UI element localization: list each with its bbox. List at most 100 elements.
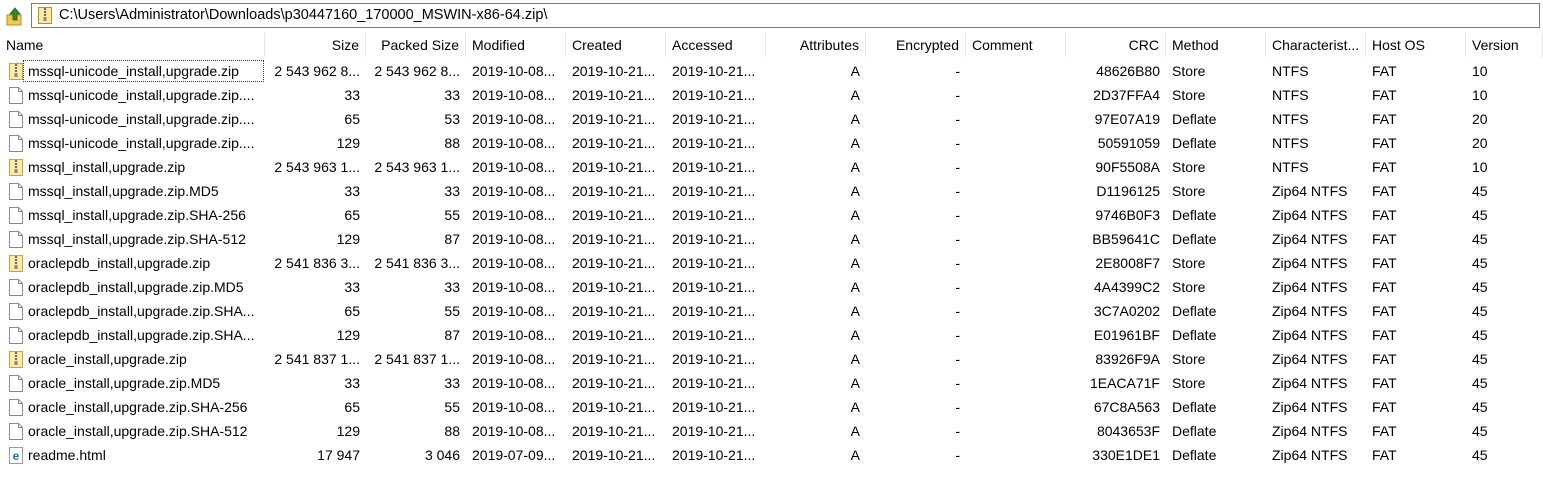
cell-modified: 2019-10-08... [472, 255, 556, 271]
cell-attributes: A [850, 87, 860, 103]
column-header-comment[interactable]: Comment [966, 33, 1066, 57]
file-row[interactable]: mssql_install,upgrade.zip.SHA-512 129 87 20… [0, 227, 1543, 251]
column-header-version[interactable]: Version [1466, 33, 1543, 57]
cell-accessed: 2019-10-21... [672, 63, 756, 79]
file-row[interactable]: mssql_install,upgrade.zip.SHA-256 65 55 201… [0, 203, 1543, 227]
file-row[interactable]: oracle_install,upgrade.zip.MD5 33 33 2019-1… [0, 371, 1543, 395]
column-header-characteristics[interactable]: Characterist... [1266, 33, 1366, 57]
cell-crc: 2D37FFA4 [1093, 87, 1160, 103]
up-folder-button[interactable] [4, 6, 26, 28]
column-header-row: Name Size Packed Size Modified Created Access… [0, 33, 1543, 57]
cell-crc: D1196125 [1096, 183, 1160, 199]
cell-modified: 2019-07-09... [472, 447, 556, 463]
cell-comment [966, 251, 1066, 275]
cell-characteristics: Zip64 NTFS [1272, 423, 1348, 439]
cell-name: mssql-unicode_install,upgrade.zip.... [28, 111, 255, 127]
column-header-method[interactable]: Method [1166, 33, 1266, 57]
cell-accessed: 2019-10-21... [672, 87, 756, 103]
file-icon [9, 87, 23, 104]
cell-encrypted: - [955, 327, 960, 343]
file-row[interactable]: oracle_install,upgrade.zip.SHA-512 129 88 2… [0, 419, 1543, 443]
cell-crc: 90F5508A [1095, 159, 1160, 175]
cell-created: 2019-10-21... [572, 87, 656, 103]
cell-size: 129 [336, 423, 360, 439]
cell-crc: 8043653F [1096, 423, 1160, 439]
cell-size: 2 543 963 1... [274, 159, 360, 175]
cell-accessed: 2019-10-21... [672, 207, 756, 223]
file-row[interactable]: oraclepdb_install,upgrade.zip.SHA... 65 55… [0, 299, 1543, 323]
cell-host-os: FAT [1372, 447, 1397, 463]
file-row[interactable]: mssql_install,upgrade.zip.MD5 33 33 2019-10… [0, 179, 1543, 203]
cell-method: Deflate [1172, 423, 1217, 439]
zip-file-icon [9, 351, 23, 368]
file-row[interactable]: e readme.html 17 947 3 046 2019-07-09... 2019… [0, 443, 1543, 467]
cell-created: 2019-10-21... [572, 423, 656, 439]
cell-accessed: 2019-10-21... [672, 135, 756, 151]
cell-encrypted: - [955, 255, 960, 271]
cell-attributes: A [850, 303, 860, 319]
path-field[interactable]: C:\Users\Administrator\Downloads\p304471… [31, 3, 1540, 28]
cell-version: 45 [1472, 447, 1488, 463]
cell-characteristics: Zip64 NTFS [1272, 303, 1348, 319]
cell-host-os: FAT [1372, 279, 1397, 295]
file-row[interactable]: mssql-unicode_install,upgrade.zip 2 543 9… [0, 59, 1543, 83]
file-row[interactable]: oracle_install,upgrade.zip 2 541 837 1...… [0, 347, 1543, 371]
cell-version: 45 [1472, 351, 1488, 367]
file-icon [9, 399, 23, 416]
cell-version: 45 [1472, 279, 1488, 295]
file-row[interactable]: oraclepdb_install,upgrade.zip 2 541 836 3… [0, 251, 1543, 275]
cell-characteristics: Zip64 NTFS [1272, 183, 1348, 199]
cell-characteristics: NTFS [1272, 135, 1309, 151]
column-header-size[interactable]: Size [265, 33, 366, 57]
column-header-packed-size[interactable]: Packed Size [366, 33, 466, 57]
cell-method: Store [1172, 183, 1206, 199]
column-header-name[interactable]: Name [0, 33, 265, 57]
cell-method: Deflate [1172, 111, 1217, 127]
cell-size: 129 [336, 327, 360, 343]
cell-size: 65 [344, 303, 360, 319]
column-header-accessed[interactable]: Accessed [666, 33, 766, 57]
cell-version: 10 [1472, 63, 1488, 79]
cell-method: Store [1172, 159, 1206, 175]
file-row[interactable]: oraclepdb_install,upgrade.zip.MD5 33 33 201… [0, 275, 1543, 299]
cell-host-os: FAT [1372, 111, 1397, 127]
column-header-attributes[interactable]: Attributes [766, 33, 866, 57]
cell-encrypted: - [955, 375, 960, 391]
file-icon [9, 207, 23, 224]
column-header-host-os[interactable]: Host OS [1366, 33, 1466, 57]
cell-encrypted: - [955, 423, 960, 439]
svg-text:e: e [13, 449, 20, 463]
cell-size: 65 [344, 399, 360, 415]
cell-packed-size: 55 [444, 207, 460, 223]
cell-size: 129 [336, 135, 360, 151]
cell-characteristics: NTFS [1272, 87, 1309, 103]
file-row[interactable]: mssql-unicode_install,upgrade.zip.... 33 3… [0, 83, 1543, 107]
cell-attributes: A [850, 447, 860, 463]
cell-packed-size: 33 [444, 279, 460, 295]
cell-host-os: FAT [1372, 255, 1397, 271]
cell-modified: 2019-10-08... [472, 111, 556, 127]
file-row[interactable]: mssql_install,upgrade.zip 2 543 963 1... 2… [0, 155, 1543, 179]
file-row[interactable]: mssql-unicode_install,upgrade.zip.... 129… [0, 131, 1543, 155]
cell-packed-size: 87 [444, 327, 460, 343]
cell-size: 65 [344, 207, 360, 223]
cell-packed-size: 88 [444, 135, 460, 151]
column-header-encrypted[interactable]: Encrypted [866, 33, 966, 57]
cell-attributes: A [850, 183, 860, 199]
file-row[interactable]: mssql-unicode_install,upgrade.zip.... 65 5… [0, 107, 1543, 131]
cell-host-os: FAT [1372, 63, 1397, 79]
cell-characteristics: Zip64 NTFS [1272, 399, 1348, 415]
cell-name: oraclepdb_install,upgrade.zip [28, 255, 211, 271]
cell-attributes: A [850, 375, 860, 391]
file-row[interactable]: oraclepdb_install,upgrade.zip.SHA... 129 8… [0, 323, 1543, 347]
column-header-created[interactable]: Created [566, 33, 666, 57]
cell-attributes: A [850, 255, 860, 271]
cell-packed-size: 55 [444, 399, 460, 415]
cell-encrypted: - [955, 111, 960, 127]
file-row[interactable]: oracle_install,upgrade.zip.SHA-256 65 55 20… [0, 395, 1543, 419]
cell-comment [966, 371, 1066, 395]
column-header-modified[interactable]: Modified [466, 33, 566, 57]
cell-name: oraclepdb_install,upgrade.zip.SHA... [28, 327, 255, 343]
column-header-crc[interactable]: CRC [1066, 33, 1166, 57]
cell-comment [966, 395, 1066, 419]
